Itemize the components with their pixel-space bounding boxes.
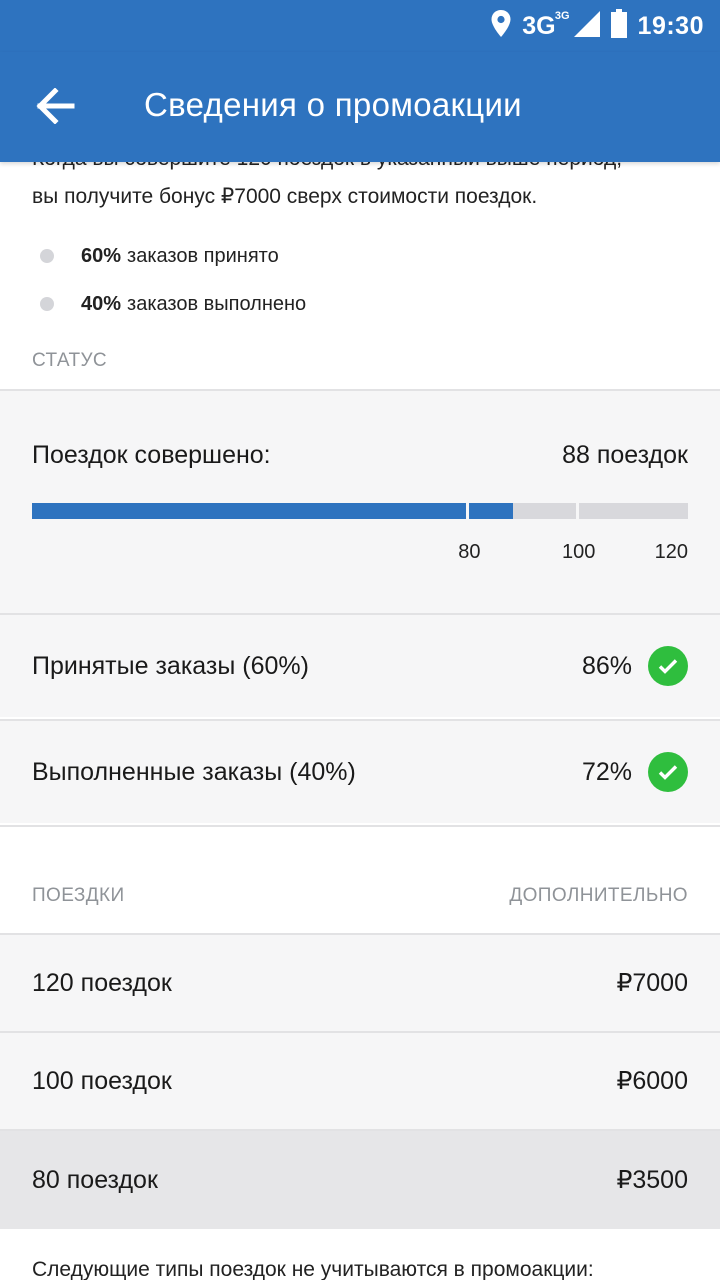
accepted-orders-label: Принятые заказы (60%)	[32, 651, 309, 680]
arrow-left-icon	[36, 86, 76, 129]
requirements-list: 60% заказов принято 40% заказов выполнен…	[32, 232, 306, 328]
trips-completed-label: Поездок совершено:	[32, 441, 271, 469]
progress-segment-fill	[469, 503, 514, 519]
progress-tick-label: 80	[458, 541, 481, 563]
check-circle-icon	[648, 646, 688, 686]
tier-bonus: ₽7000	[616, 969, 688, 997]
battery-icon	[610, 8, 628, 44]
accepted-orders-row: Принятые заказы (60%) 86%	[0, 613, 720, 717]
page-title: Сведения о промоакции	[144, 86, 522, 123]
back-button[interactable]	[24, 76, 88, 140]
tiers-section-header: ПОЕЗДКИ ДОПОЛНИТЕЛЬНО	[32, 885, 688, 906]
requirement-item: 60% заказов принято	[32, 232, 306, 280]
trips-progress-panel: Поездок совершено: 88 поездок 80 100 120	[0, 389, 720, 615]
tier-row[interactable]: 80 поездок ₽3500	[0, 1129, 720, 1229]
requirement-text: заказов выполнено	[127, 292, 307, 315]
requirement-percent: 40%	[81, 292, 122, 315]
status-bar: 3G 3G 19:30	[0, 0, 720, 52]
divider	[0, 825, 720, 827]
status-section-header: СТАТУС	[32, 350, 108, 371]
progress-tick-label: 120	[654, 541, 688, 563]
check-circle-icon	[648, 752, 688, 792]
tier-row[interactable]: 100 поездок ₽6000	[0, 1031, 720, 1129]
bullet-dot	[40, 249, 54, 263]
network-type: 3G 3G	[522, 9, 570, 40]
progress-segment-track	[578, 503, 688, 519]
clock: 19:30	[637, 11, 704, 40]
completed-orders-label: Выполненные заказы (40%)	[32, 757, 356, 786]
tier-trips: 100 поездок	[32, 1066, 172, 1095]
accepted-orders-value: 86%	[581, 651, 632, 680]
trips-progress-bar	[32, 503, 688, 519]
location-pin-icon	[490, 9, 512, 44]
tier-row[interactable]: 120 поездок ₽7000	[0, 933, 720, 1031]
excluded-trips-note: Следующие типы поездок не учитываются в …	[32, 1258, 594, 1280]
app-bar: Сведения о промоакции	[0, 52, 720, 162]
completed-orders-row: Выполненные заказы (40%) 72%	[0, 719, 720, 823]
promo-details-content[interactable]: Когда вы совершите 120 поездок в указанн…	[0, 0, 720, 1280]
tier-bonus: ₽6000	[616, 1067, 688, 1095]
signal-icon	[573, 10, 600, 42]
progress-tick-label: 100	[561, 541, 596, 563]
requirement-text: заказов принято	[127, 244, 279, 267]
completed-orders-value: 72%	[581, 757, 632, 786]
requirement-percent: 60%	[81, 244, 122, 267]
progress-segment-fill	[32, 503, 467, 519]
tier-bonus: ₽3500	[616, 1166, 688, 1194]
tier-trips: 120 поездок	[32, 968, 172, 997]
bullet-dot	[40, 297, 54, 311]
trips-completed-value: 88 поездок	[562, 441, 688, 469]
requirement-item: 40% заказов выполнено	[32, 280, 306, 328]
tier-trips: 80 поездок	[32, 1165, 158, 1194]
